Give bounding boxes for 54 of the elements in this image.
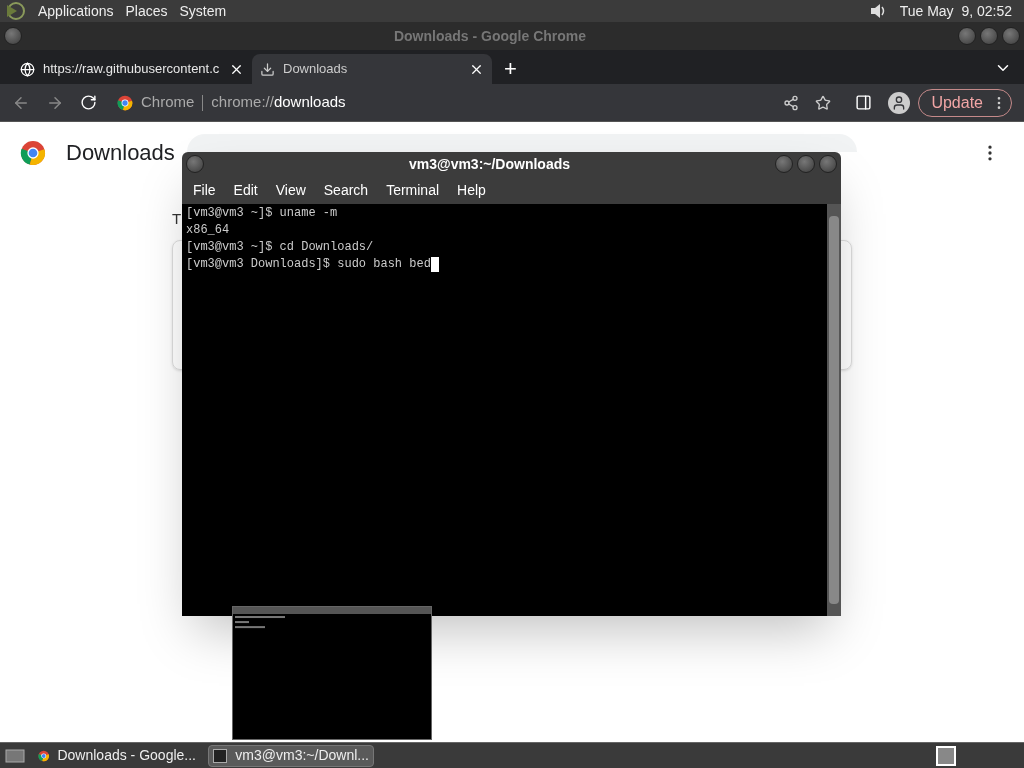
reload-icon[interactable]: [80, 94, 97, 111]
search-field[interactable]: [186, 134, 857, 152]
window-title: Downloads - Google Chrome: [392, 26, 588, 46]
window-button-icon[interactable]: [1002, 27, 1020, 45]
window-button-icon[interactable]: [819, 155, 837, 173]
menu-item[interactable]: View: [266, 179, 315, 201]
tab-title: https://raw.githubusercontent.c: [43, 60, 221, 79]
site-label: Chrome: [141, 92, 195, 113]
browser-tab[interactable]: https://raw.githubusercontent.c: [12, 54, 252, 84]
terminal-icon: [213, 748, 228, 763]
browser-tab[interactable]: Downloads: [252, 54, 492, 84]
terminal-line: [vm3@vm3 Downloads]$ sudo bash bed: [186, 256, 431, 273]
menu-item[interactable]: Search: [314, 179, 378, 201]
profile-avatar-icon[interactable]: [888, 91, 911, 114]
window-button-icon[interactable]: [980, 27, 998, 45]
workspace-switcher-icon[interactable]: [936, 745, 956, 766]
scrollbar[interactable]: [827, 204, 841, 616]
tab-title: Downloads: [283, 60, 349, 79]
menu-item[interactable]: Help: [448, 179, 495, 201]
chrome-logo-icon: [117, 94, 133, 111]
page-text: T: [172, 209, 182, 229]
window-title: vm3@vm3:~/Downloads: [407, 154, 572, 174]
panel-menu[interactable]: Places: [125, 0, 168, 22]
window-button-icon[interactable]: [797, 155, 815, 173]
terminal-line: [vm3@vm3 ~]$ cd Downloads/: [186, 239, 374, 256]
show-desktop-icon[interactable]: [4, 746, 26, 765]
menu-item[interactable]: Terminal: [377, 179, 449, 201]
taskbar-item[interactable]: Downloads - Google...: [34, 744, 200, 767]
share-icon[interactable]: [783, 94, 800, 111]
window-button-icon[interactable]: [958, 27, 976, 45]
distro-logo-icon[interactable]: [4, 1, 26, 21]
address-bar[interactable]: Chrome chrome://downloads: [117, 87, 840, 118]
side-panel-icon[interactable]: [855, 94, 873, 111]
window-button-icon[interactable]: [186, 155, 204, 173]
terminal-line: [vm3@vm3 ~]$ uname -m: [186, 205, 338, 222]
terminal-line: x86_64: [186, 222, 230, 239]
window-button-icon[interactable]: [4, 27, 22, 45]
page-heading: Downloads: [66, 139, 175, 167]
download-icon: [260, 61, 275, 77]
taskbar-label: vm3@vm3:~/Downl...: [235, 746, 369, 765]
menu-item[interactable]: File: [184, 179, 225, 201]
window-button-icon[interactable]: [775, 155, 793, 173]
text-cursor-icon: [430, 257, 439, 272]
taskbar-label: Downloads - Google...: [57, 746, 196, 765]
globe-icon: [20, 61, 35, 77]
new-tab-button[interactable]: +: [492, 54, 529, 84]
panel-menu[interactable]: Applications: [38, 0, 114, 22]
taskbar-item[interactable]: vm3@vm3:~/Downl...: [208, 744, 374, 767]
menu-item[interactable]: Edit: [224, 179, 267, 201]
panel-menu[interactable]: System: [179, 0, 227, 22]
url-text: chrome://downloads: [211, 92, 346, 113]
panel-clock[interactable]: Tue May 9, 02:52: [899, 0, 1012, 22]
chrome-logo-icon: [20, 139, 46, 166]
bookmark-star-icon[interactable]: [815, 94, 832, 111]
